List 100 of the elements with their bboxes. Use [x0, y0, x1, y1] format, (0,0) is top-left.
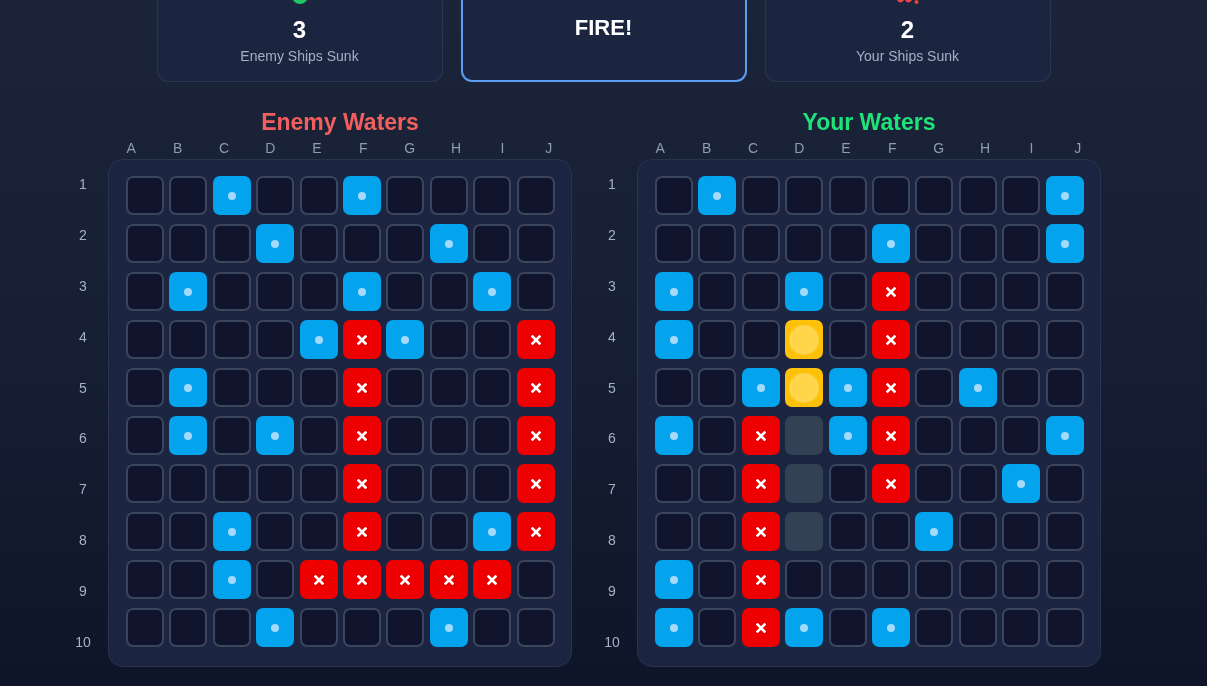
grid-cell[interactable] — [473, 416, 512, 455]
grid-cell[interactable] — [169, 512, 208, 551]
grid-cell[interactable] — [256, 416, 295, 455]
grid-cell[interactable] — [169, 224, 208, 263]
grid-cell[interactable] — [516, 224, 555, 263]
grid-cell[interactable] — [386, 416, 425, 455]
grid-cell[interactable] — [299, 416, 338, 455]
grid-cell[interactable] — [299, 464, 338, 503]
grid-cell[interactable] — [386, 512, 425, 551]
grid-cell[interactable] — [386, 176, 425, 215]
grid-cell[interactable] — [473, 560, 512, 599]
grid-cell[interactable] — [299, 224, 338, 263]
grid-cell[interactable] — [169, 416, 208, 455]
grid-cell[interactable] — [256, 368, 295, 407]
grid-cell[interactable] — [429, 368, 468, 407]
grid-cell[interactable] — [256, 560, 295, 599]
grid-cell[interactable] — [342, 320, 381, 359]
grid-cell[interactable] — [212, 512, 251, 551]
grid-cell[interactable] — [342, 560, 381, 599]
grid-cell[interactable] — [342, 512, 381, 551]
grid-cell[interactable] — [516, 512, 555, 551]
grid-cell[interactable] — [342, 416, 381, 455]
grid-cell[interactable] — [429, 512, 468, 551]
grid-cell[interactable] — [126, 560, 164, 599]
grid-cell[interactable] — [473, 512, 512, 551]
grid-cell[interactable] — [299, 272, 338, 311]
grid-cell[interactable] — [212, 416, 251, 455]
grid-cell[interactable] — [126, 416, 164, 455]
grid-cell[interactable] — [299, 320, 338, 359]
grid-cell[interactable] — [429, 176, 468, 215]
grid-cell[interactable] — [126, 176, 164, 215]
grid-cell[interactable] — [256, 320, 295, 359]
grid-cell[interactable] — [473, 176, 512, 215]
grid-cell[interactable] — [126, 608, 164, 647]
fire-button[interactable]: FIRE! — [460, 0, 747, 82]
grid-cell[interactable] — [126, 224, 164, 263]
grid-cell[interactable] — [212, 368, 251, 407]
grid-cell[interactable] — [516, 320, 555, 359]
grid-cell[interactable] — [516, 608, 555, 647]
grid-cell[interactable] — [299, 512, 338, 551]
grid-cell[interactable] — [386, 464, 425, 503]
grid-cell[interactable] — [342, 272, 381, 311]
grid-cell[interactable] — [473, 608, 512, 647]
grid-cell[interactable] — [429, 224, 468, 263]
grid-cell[interactable] — [429, 560, 468, 599]
grid-cell[interactable] — [212, 176, 251, 215]
grid-cell[interactable] — [386, 608, 425, 647]
grid-cell[interactable] — [256, 464, 295, 503]
grid-cell[interactable] — [212, 320, 251, 359]
grid-cell[interactable] — [299, 368, 338, 407]
grid-cell[interactable] — [212, 608, 251, 647]
grid-cell[interactable] — [169, 608, 208, 647]
grid-cell[interactable] — [386, 224, 425, 263]
grid-cell[interactable] — [473, 464, 512, 503]
grid-cell[interactable] — [473, 368, 512, 407]
grid-cell[interactable] — [256, 272, 295, 311]
grid-cell[interactable] — [212, 464, 251, 503]
grid-cell[interactable] — [169, 176, 208, 215]
grid-cell[interactable] — [386, 368, 425, 407]
grid-cell[interactable] — [386, 560, 425, 599]
grid-cell[interactable] — [516, 368, 555, 407]
grid-cell[interactable] — [473, 320, 512, 359]
grid-cell[interactable] — [212, 272, 251, 311]
grid-cell[interactable] — [516, 560, 555, 599]
grid-cell[interactable] — [429, 608, 468, 647]
grid-cell[interactable] — [256, 608, 295, 647]
grid-cell[interactable] — [429, 272, 468, 311]
grid-cell[interactable] — [169, 320, 208, 359]
grid-cell[interactable] — [342, 176, 381, 215]
grid-cell[interactable] — [516, 272, 555, 311]
grid-cell[interactable] — [126, 368, 164, 407]
grid-cell[interactable] — [429, 464, 468, 503]
grid-cell[interactable] — [126, 272, 164, 311]
grid-cell[interactable] — [386, 320, 425, 359]
grid-cell[interactable] — [299, 560, 338, 599]
grid-cell[interactable] — [516, 464, 555, 503]
grid-cell[interactable] — [212, 560, 251, 599]
grid-cell[interactable] — [473, 224, 512, 263]
grid-cell[interactable] — [126, 512, 164, 551]
grid-cell[interactable] — [169, 272, 208, 311]
grid-cell[interactable] — [256, 512, 295, 551]
grid-cell[interactable] — [126, 320, 164, 359]
grid-cell[interactable] — [342, 464, 381, 503]
grid-cell[interactable] — [342, 608, 381, 647]
grid-cell[interactable] — [342, 368, 381, 407]
grid-cell[interactable] — [386, 272, 425, 311]
grid-cell[interactable] — [212, 224, 251, 263]
grid-cell[interactable] — [516, 416, 555, 455]
grid-cell[interactable] — [429, 320, 468, 359]
grid-cell[interactable] — [256, 224, 295, 263]
grid-cell[interactable] — [256, 176, 295, 215]
grid-cell[interactable] — [473, 272, 512, 311]
grid-cell[interactable] — [342, 224, 381, 263]
grid-cell[interactable] — [169, 560, 208, 599]
grid-cell[interactable] — [516, 176, 555, 215]
grid-cell[interactable] — [299, 608, 338, 647]
grid-cell[interactable] — [169, 464, 208, 503]
grid-cell[interactable] — [429, 416, 468, 455]
grid-cell[interactable] — [169, 368, 208, 407]
grid-cell[interactable] — [126, 464, 164, 503]
